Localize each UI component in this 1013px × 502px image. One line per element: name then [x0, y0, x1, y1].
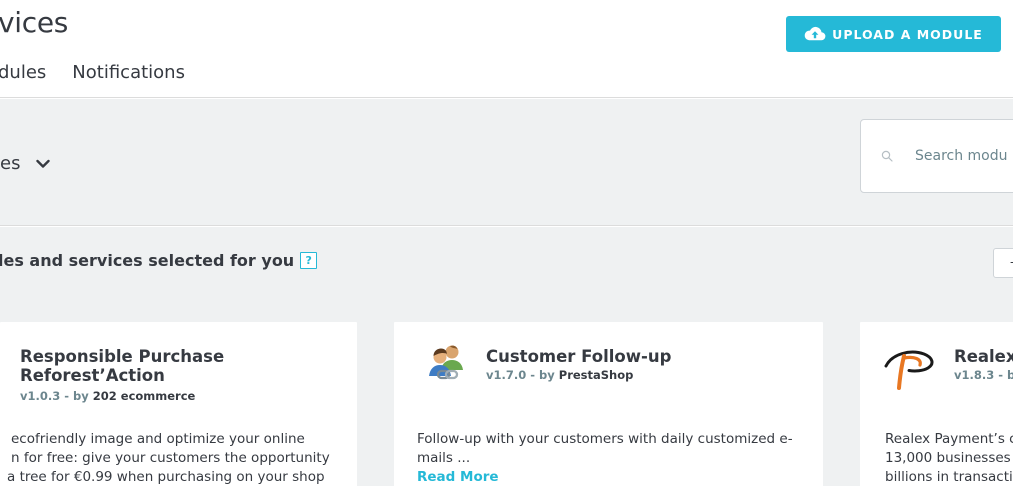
module-name[interactable]: Customer Follow-up — [486, 347, 671, 366]
search-box[interactable] — [860, 119, 1013, 193]
description-line: a tree for €0.99 when purchasing on your… — [7, 469, 325, 485]
tab-notifications[interactable]: Notifications — [72, 62, 185, 83]
upload-module-label: UPLOAD A MODULE — [832, 26, 983, 42]
tabs: dules Notifications — [0, 62, 185, 83]
module-description: ecofriendly image and optimize your onli… — [7, 430, 330, 487]
module-meta: v1.0.3 - by 202 ecommerce — [20, 389, 195, 403]
module-meta: v1.8.3 - by — [954, 368, 1013, 382]
selection-heading-text: les and services selected for you — [0, 251, 295, 270]
category-dropdown[interactable]: es — [0, 153, 51, 174]
description-line: ecofriendly image and optimize your onli… — [11, 431, 305, 447]
module-meta: v1.7.0 - by PrestaShop — [486, 368, 633, 382]
customers-icon — [429, 345, 463, 380]
cloud-upload-icon — [804, 26, 826, 41]
search-icon — [881, 150, 893, 162]
help-icon[interactable]: ? — [300, 252, 318, 269]
module-card-reforest[interactable]: Responsible Purchase Reforest’Action v1.… — [0, 322, 357, 502]
search-input[interactable] — [913, 147, 1013, 165]
chevron-down-icon — [36, 159, 51, 168]
description-line: billions in transacti — [885, 469, 1013, 485]
filter-band: es — [0, 99, 1013, 226]
description-line: 13,000 businesses — [885, 450, 1011, 466]
module-card-customer-follow-up[interactable]: Customer Follow-up v1.7.0 - by PrestaSho… — [394, 322, 823, 502]
module-name[interactable]: Responsible Purchase Reforest’Action — [20, 347, 224, 385]
description-line: Follow-up with your customers with daily… — [417, 431, 793, 447]
module-name-line-1: Responsible Purchase — [20, 347, 225, 366]
module-description: Realex Payment’s c 13,000 businesses bil… — [885, 430, 1013, 487]
module-name-line-2: Reforest’Action — [20, 366, 165, 385]
selection-heading: les and services selected for you ? — [0, 251, 318, 270]
read-more-link[interactable]: Read More — [417, 468, 793, 487]
page-header: vices UPLOAD A MODULE dules Notification… — [0, 0, 1013, 98]
sort-dropdown[interactable]: - — [993, 248, 1013, 278]
module-version: v1.8.3 - by — [954, 368, 1013, 382]
module-author: PrestaShop — [558, 368, 634, 382]
module-version: v1.0.3 - by — [20, 389, 89, 403]
module-description: Follow-up with your customers with daily… — [417, 430, 793, 487]
description-line: Realex Payment’s c — [885, 431, 1013, 447]
page-title: vices — [0, 6, 69, 39]
upload-module-button[interactable]: UPLOAD A MODULE — [786, 16, 1001, 52]
module-author: 202 ecommerce — [92, 389, 196, 403]
category-dropdown-label: es — [0, 153, 21, 174]
module-version: v1.7.0 - by — [486, 368, 555, 382]
tab-modules[interactable]: dules — [0, 62, 46, 83]
module-card-realex[interactable]: Realex v1.8.3 - by Realex Payment’s c 13… — [860, 322, 1013, 502]
module-name[interactable]: Realex — [954, 347, 1013, 366]
selection-band: les and services selected for you ? - Re… — [0, 227, 1013, 502]
description-line: mails ... — [417, 450, 471, 466]
realex-logo-icon — [884, 350, 934, 390]
description-line: n for free: give your customers the oppo… — [11, 450, 330, 466]
